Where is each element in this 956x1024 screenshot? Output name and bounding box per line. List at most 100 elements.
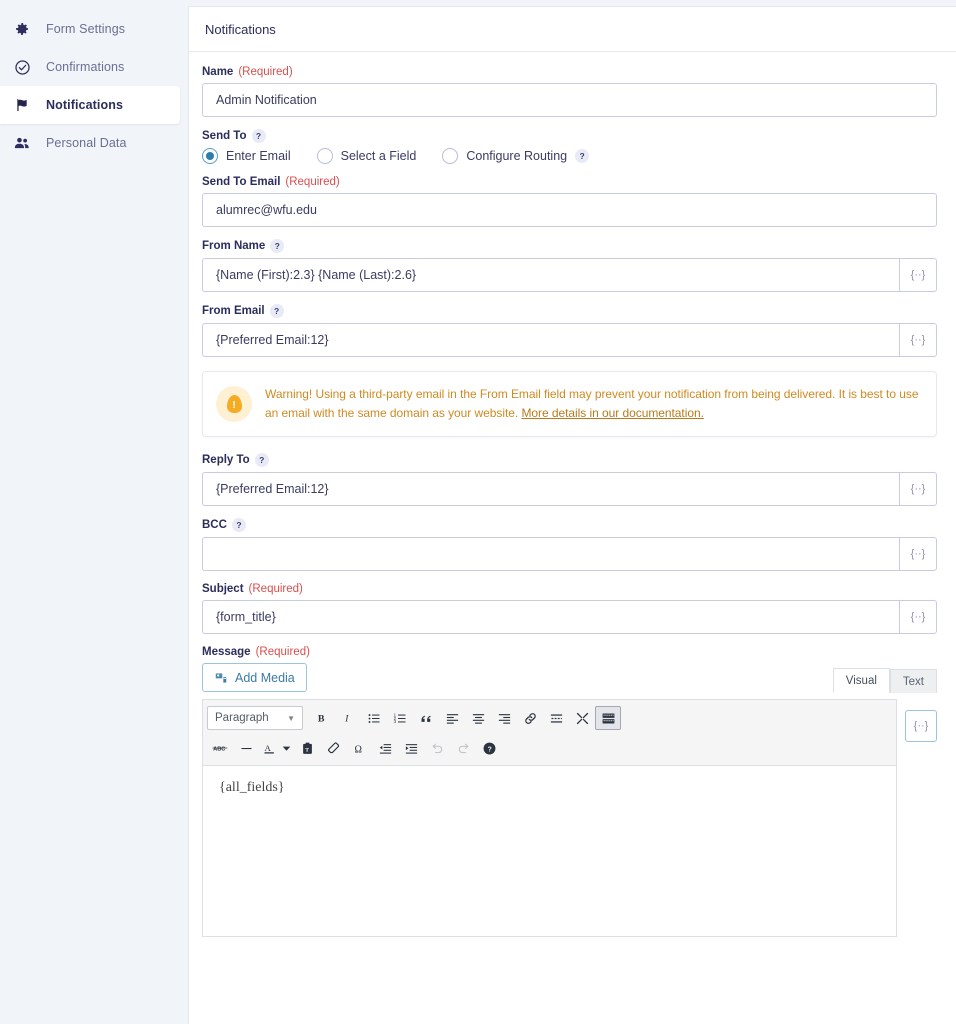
reply-to-input[interactable] (202, 472, 899, 507)
name-input-wrap (202, 83, 937, 117)
from-email-warning-box: Warning! Using a third-party email in th… (202, 371, 937, 438)
align-center-icon[interactable] (465, 706, 491, 730)
special-character-icon[interactable]: Ω (346, 736, 372, 760)
notification-name-input[interactable] (202, 83, 937, 117)
help-icon[interactable]: ? (269, 304, 284, 318)
radio-label: Enter Email (226, 149, 291, 163)
help-icon[interactable]: ? (270, 239, 285, 253)
message-editor-head: Add Media Visual Text (202, 663, 937, 694)
toolbar-toggle-icon[interactable] (595, 706, 621, 731)
bulleted-list-icon[interactable] (361, 706, 387, 730)
field-send-to-email-label: Send To Email (Required) (202, 176, 937, 188)
editor-toolbar: Paragraph ▼ B I 1 2 3 ABC A T Ω ? (203, 700, 896, 767)
bcc-input[interactable] (202, 537, 899, 572)
field-name: Name (Required) (202, 66, 937, 117)
radio-enter-email[interactable]: Enter Email (202, 148, 291, 164)
help-icon[interactable]: ? (251, 129, 266, 143)
warning-text: Warning! Using a third-party email in th… (265, 385, 920, 422)
align-left-icon[interactable] (439, 706, 465, 730)
blockquote-icon[interactable] (413, 706, 439, 730)
format-select[interactable]: Paragraph ▼ (207, 706, 303, 731)
field-send-to-email: Send To Email (Required) (202, 176, 937, 227)
insert-more-icon[interactable] (543, 706, 569, 730)
color-caret-icon[interactable] (279, 736, 294, 760)
label-text: BCC (202, 519, 227, 532)
from-email-input[interactable] (202, 323, 899, 357)
page-title: Notifications (205, 21, 276, 37)
tab-visual[interactable]: Visual (832, 668, 890, 694)
help-icon[interactable]: ? (231, 518, 246, 533)
field-message: Message (Required) Add Media Visual Text… (202, 646, 937, 938)
merge-tag-icon[interactable]: {··} (899, 600, 937, 635)
label-text: Send To (202, 130, 247, 142)
paste-as-text-icon[interactable]: T (294, 736, 320, 760)
from-email-input-wrap: {··} (202, 323, 937, 357)
help-icon[interactable]: ? (254, 453, 269, 468)
text-color-icon[interactable]: A (259, 736, 279, 760)
sidebar-item-label: Notifications (46, 98, 123, 112)
help-icon[interactable]: ? (575, 149, 590, 163)
add-media-button[interactable]: Add Media (202, 663, 307, 693)
label-text: Message (202, 646, 251, 659)
decrease-indent-icon[interactable] (372, 736, 398, 760)
label-text: Name (202, 66, 234, 78)
panel-header: Notifications (189, 7, 956, 52)
sidebar-item-confirmations[interactable]: Confirmations (0, 48, 180, 86)
undo-icon[interactable] (424, 736, 450, 760)
chevron-down-icon: ▼ (287, 713, 295, 723)
flag-icon (12, 95, 32, 115)
warning-bulb-icon (216, 386, 252, 422)
settings-sidebar: Form Settings Confirmations Notification… (0, 0, 188, 1024)
label-text: From Name (202, 240, 266, 252)
message-content-area[interactable]: {all_fields} (203, 766, 896, 937)
merge-tag-icon[interactable]: {··} (905, 710, 937, 743)
link-icon[interactable] (517, 706, 543, 730)
radio-select-a-field[interactable]: Select a Field (316, 148, 416, 164)
gear-icon (12, 19, 32, 39)
toolbar-row-1: Paragraph ▼ B I 1 2 3 (207, 705, 892, 731)
bold-icon[interactable]: B (309, 706, 335, 730)
sidebar-item-notifications[interactable]: Notifications (0, 86, 180, 124)
documentation-link[interactable]: More details in our documentation. (521, 406, 703, 420)
increase-indent-icon[interactable] (398, 736, 424, 760)
strikethrough-icon[interactable]: ABC (207, 736, 233, 760)
radio-configure-routing[interactable]: Configure Routing ? (442, 148, 590, 164)
send-to-email-input[interactable] (202, 193, 937, 227)
italic-icon[interactable]: I (335, 706, 361, 730)
merge-tag-icon[interactable]: {··} (899, 258, 937, 292)
sidebar-item-form-settings[interactable]: Form Settings (0, 10, 180, 48)
add-media-label: Add Media (235, 670, 295, 685)
merge-tag-icon[interactable]: {··} (899, 323, 937, 357)
radio-dot-icon (316, 148, 333, 164)
check-circle-icon (12, 57, 32, 77)
numbered-list-icon[interactable]: 1 2 3 (387, 706, 413, 730)
toolbar-row-2: ABC A T Ω ? (207, 735, 892, 761)
merge-tag-icon[interactable]: {··} (899, 537, 937, 572)
field-from-email-label: From Email ? (202, 304, 937, 318)
reply-to-input-wrap: {··} (202, 472, 937, 507)
sidebar-item-personal-data[interactable]: Personal Data (0, 124, 180, 162)
merge-tag-icon[interactable]: {··} (899, 472, 937, 507)
svg-text:A: A (264, 743, 271, 753)
tab-text[interactable]: Text (889, 669, 937, 694)
align-right-icon[interactable] (491, 706, 517, 730)
field-bcc-label: BCC ? (202, 518, 937, 533)
clear-formatting-icon[interactable] (320, 736, 346, 760)
horizontal-rule-icon[interactable] (233, 736, 259, 760)
help-icon[interactable]: ? (476, 736, 502, 760)
sidebar-item-label: Form Settings (46, 22, 126, 36)
field-reply-to-label: Reply To ? (202, 453, 937, 468)
svg-text:?: ? (487, 746, 491, 753)
subject-input[interactable] (202, 600, 899, 635)
notifications-panel: Notifications Name (Required) Send To ? (188, 6, 956, 1024)
from-name-input-wrap: {··} (202, 258, 937, 292)
redo-icon[interactable] (450, 736, 476, 760)
svg-text:ABC: ABC (213, 746, 225, 752)
field-reply-to: Reply To ? {··} (202, 453, 937, 507)
svg-text:T: T (305, 747, 309, 753)
from-name-input[interactable] (202, 258, 899, 292)
fullscreen-icon[interactable] (569, 706, 595, 730)
users-icon (12, 133, 32, 153)
svg-text:3: 3 (393, 719, 396, 724)
radio-dot-icon (202, 148, 218, 164)
